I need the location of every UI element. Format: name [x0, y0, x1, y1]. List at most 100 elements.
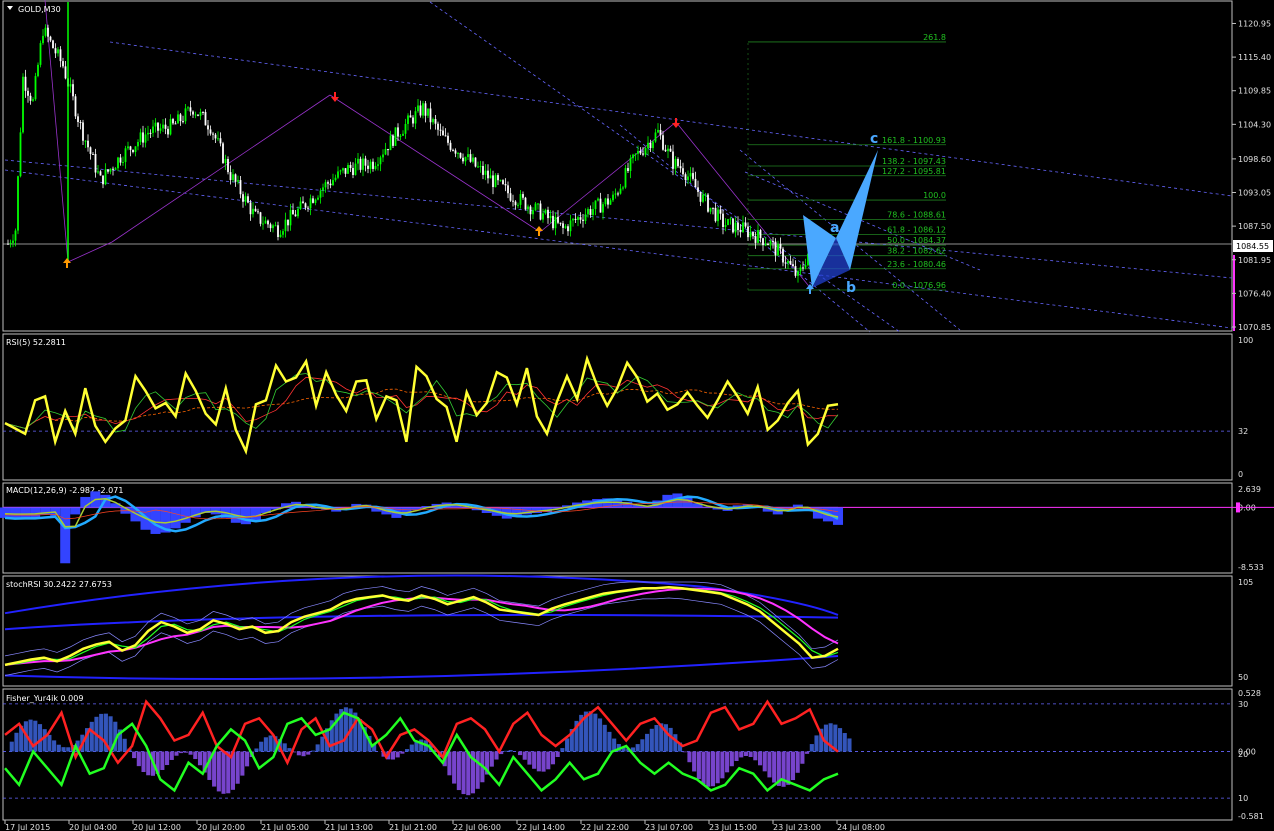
wave-leg-bc [836, 150, 878, 270]
candle-body [754, 236, 757, 243]
candle-body [279, 234, 282, 238]
candle-body [139, 132, 142, 142]
candle-body [19, 132, 22, 177]
candle-body [419, 105, 422, 116]
fib-label: 78.6 - 1088.61 [887, 210, 946, 219]
time-label: 21 Jul 05:00 [261, 823, 309, 831]
candle-body [327, 182, 329, 184]
candle-body [174, 123, 177, 125]
candle-body [392, 135, 394, 146]
candle-body [137, 141, 139, 147]
candle-body [82, 122, 84, 141]
rsi-pane[interactable]: RSI(5) 52.2811 100 32 0 [3, 336, 1253, 479]
macd-pane[interactable]: MACD(12,26,9) -2.982 -2.071 2.6390.00-8.… [0, 485, 1274, 572]
fisher-bar [165, 751, 170, 766]
candle-body [39, 43, 42, 65]
fisher-tick-label: 10 [1238, 794, 1248, 803]
fisher-bar [268, 735, 273, 752]
candle-body [87, 140, 89, 148]
trading-chart[interactable]: 261.8 161.8 - 1100.93 138.2 - 1097.43127.2… [0, 0, 1274, 831]
fisher-bar [800, 751, 805, 764]
zigzag-line [67, 241, 113, 263]
candle-body [132, 149, 134, 153]
fisher-bar [847, 738, 852, 752]
candle-body [442, 130, 444, 136]
fisher-bar [772, 751, 777, 783]
fisher-bar [282, 743, 287, 752]
candle-body [494, 175, 497, 188]
candle-body [397, 127, 399, 137]
candle-body [99, 171, 102, 176]
candle-body [677, 158, 679, 167]
macd-bar [250, 507, 261, 520]
candle-body [412, 117, 414, 124]
pane-frame-fisher [2, 688, 1233, 821]
candle-body [234, 174, 237, 182]
candle-body [502, 180, 504, 185]
candle-body [642, 153, 644, 155]
price-tick-label: 1070.85 [1238, 323, 1271, 332]
fisher-bar [136, 751, 141, 767]
candle-body [804, 265, 807, 268]
candle-body [417, 105, 419, 112]
candle-body [347, 165, 349, 174]
fisher-tick-label: 20 [1238, 750, 1248, 759]
candle-body [702, 194, 704, 202]
candle-body [554, 216, 557, 229]
fisher-bar [522, 751, 527, 760]
candle-body [552, 215, 554, 229]
candle-body [667, 148, 669, 152]
candle-body [399, 135, 402, 137]
fisher-pane[interactable]: Fisher_Yur4ik 0.009 0.528300.002010-0.58… [3, 689, 1264, 821]
time-label: 22 Jul 14:00 [517, 823, 565, 831]
candle-body [342, 168, 344, 171]
rsi-tick-label: 0 [1238, 470, 1243, 479]
fisher-bar [301, 751, 306, 757]
candle-body [674, 158, 677, 169]
stoch-signal [4, 587, 839, 666]
candle-body [782, 248, 784, 263]
candle-body [239, 180, 242, 195]
candle-body [497, 175, 499, 181]
candle-body [689, 173, 692, 177]
candle-body [187, 107, 189, 109]
macd-tick-label: -8.533 [1238, 563, 1264, 572]
fib-label: 23.6 - 1080.46 [887, 260, 946, 269]
candle-body [469, 154, 472, 162]
candle-body [259, 212, 262, 224]
candle-body [309, 198, 312, 209]
candle-body [624, 168, 627, 188]
candle-body [77, 116, 79, 122]
fisher-bar [287, 748, 292, 752]
candle-body [572, 218, 574, 221]
candle-body [802, 267, 804, 269]
candle-body [267, 220, 269, 225]
fisher-bar [602, 724, 607, 752]
candle-body [722, 213, 724, 228]
chevron-down-icon[interactable] [7, 6, 13, 10]
candle-body [92, 153, 94, 155]
candle-body [629, 158, 632, 171]
candle-body [147, 132, 149, 135]
fisher-bar [37, 724, 43, 752]
candle-body [289, 210, 292, 226]
macd-line [4, 495, 839, 533]
fisher-bar [517, 751, 523, 756]
candle-body [159, 128, 162, 131]
candle-body [209, 129, 212, 134]
candle-body [622, 187, 624, 189]
fisher-bar [494, 751, 499, 760]
fisher-bar [546, 751, 551, 770]
fisher-bar [122, 738, 127, 752]
fisher-bar [42, 729, 47, 752]
main-price-pane[interactable]: 261.8 161.8 - 1100.93 138.2 - 1097.43127.2… [3, 0, 1273, 333]
candle-body [207, 125, 209, 130]
arrow-down-icon [672, 118, 680, 128]
candle-body [354, 163, 357, 175]
candle-body [454, 150, 457, 154]
candle-body [644, 148, 647, 155]
candle-body [377, 164, 379, 166]
stochrsi-pane[interactable]: stochRSI 30.2422 27.6753 105 50 [4, 574, 1253, 682]
symbol-title[interactable]: GOLD,M30 [7, 5, 61, 14]
candle-body [584, 214, 587, 221]
